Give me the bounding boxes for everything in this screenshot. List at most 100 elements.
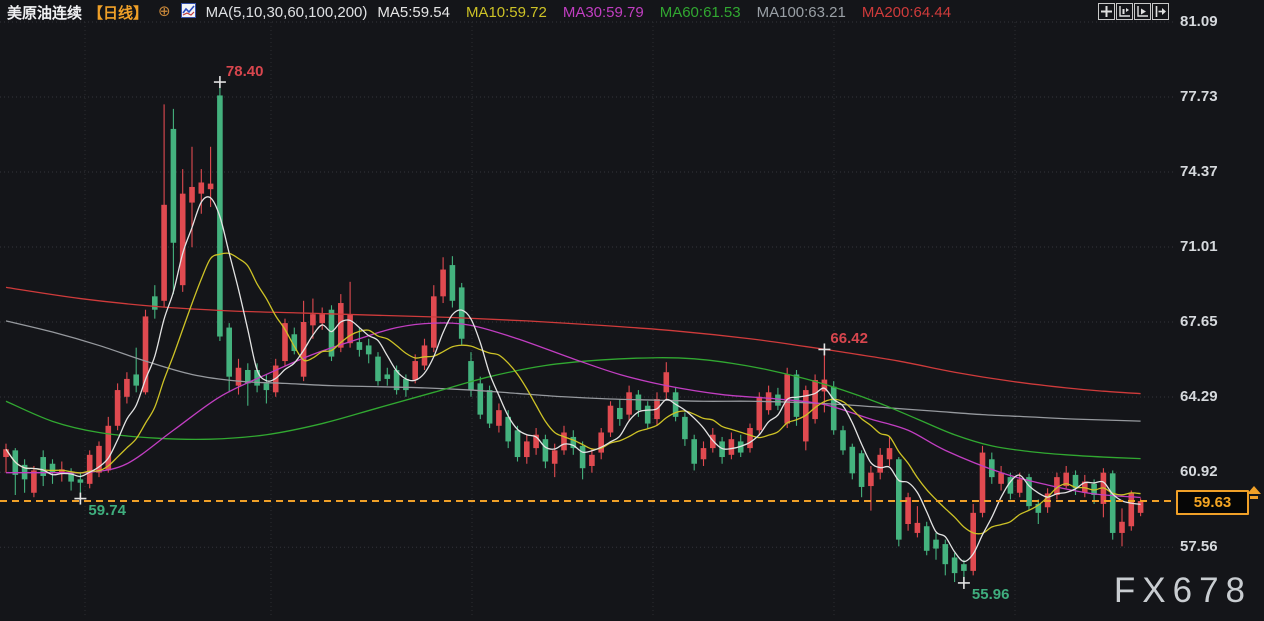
candle-body — [830, 386, 837, 431]
candle-body — [840, 430, 846, 451]
candle-body — [524, 441, 530, 458]
ma-readout-ma10: MA10:59.72 — [465, 3, 547, 21]
candle-body — [226, 327, 232, 377]
candle-body — [961, 564, 967, 571]
candle-body — [663, 372, 670, 393]
y-axis-tick-label: 71.01 — [1180, 238, 1218, 255]
candle-body — [877, 454, 883, 473]
candle-body — [589, 454, 595, 466]
candle-body — [728, 439, 735, 455]
candle-body — [77, 479, 84, 483]
candle-body — [635, 394, 642, 411]
candle-body — [198, 182, 205, 194]
candle-body — [514, 430, 521, 458]
y-axis-tick-label: 57.56 — [1180, 538, 1218, 556]
chart-window: 美原油连续 【日线】 ⊕ MA(5,10,30,60,100,200) MA5:… — [0, 0, 1264, 621]
candle-body — [700, 448, 707, 460]
candle-body — [775, 394, 781, 406]
ma-readout-ma100: MA100:63.21 — [756, 3, 846, 21]
scroll-to-latest-arrow-base[interactable] — [1250, 496, 1258, 500]
candle-body — [49, 463, 56, 473]
y-axis-tick-label: 67.65 — [1180, 313, 1218, 330]
candle-body — [133, 374, 139, 386]
ma5-line — [5, 196, 1141, 563]
candle-body — [858, 453, 865, 487]
pan-button[interactable] — [1098, 3, 1115, 20]
candle-body — [189, 186, 195, 203]
low-price-label: 59.74 — [88, 501, 126, 519]
ma-readout-ma200: MA200:64.44 — [861, 3, 952, 21]
candle-body — [207, 183, 214, 190]
candle-body — [161, 204, 167, 301]
last-price-tag: 59.63 — [1176, 490, 1249, 516]
candle-body — [403, 378, 409, 391]
candle-body — [951, 557, 958, 574]
watermark: FX678 — [1113, 571, 1252, 610]
y-axis-tick-label: 74.37 — [1180, 163, 1218, 180]
candle-body — [468, 361, 474, 391]
candle-body — [579, 445, 586, 469]
candle-body — [310, 314, 316, 326]
chart-toolbar — [1098, 3, 1169, 20]
candle-body — [114, 390, 121, 426]
candle-body — [933, 539, 939, 549]
candle-body — [626, 392, 632, 415]
scroll-to-latest-arrow[interactable] — [1247, 486, 1261, 495]
candle-body — [179, 193, 186, 286]
candle-body — [551, 450, 558, 464]
low-price-label: 55.96 — [971, 585, 1010, 603]
y-axis-tick-label: 64.29 — [1180, 388, 1218, 405]
candle-body — [458, 287, 465, 339]
candle-body — [914, 522, 921, 533]
candle-body — [691, 439, 697, 464]
candle-body — [477, 383, 484, 415]
candle-body — [812, 380, 818, 420]
candle-body — [431, 296, 437, 348]
candle-body — [793, 374, 800, 417]
candle-body — [979, 452, 986, 513]
candle-body — [319, 314, 325, 324]
candle-body — [886, 448, 893, 460]
candle-body — [1016, 479, 1023, 493]
candle-body — [170, 128, 177, 243]
candle-body — [868, 472, 874, 487]
fit-scale-button[interactable] — [1116, 3, 1133, 20]
candle-body — [896, 459, 902, 540]
candle-body — [486, 390, 493, 424]
add-indicator-button[interactable]: ⊕ — [158, 4, 171, 19]
ma-readout-ma60: MA60:61.53 — [659, 3, 741, 21]
candle-body — [598, 432, 604, 453]
ma-readouts: MA5:59.54 MA10:59.72 MA30:59.79 MA60:61.53 M… — [377, 4, 951, 21]
candle-body — [384, 374, 391, 379]
candle-body — [970, 512, 976, 571]
ma200-line — [5, 286, 1141, 395]
candle-body — [1137, 501, 1144, 513]
candle-body — [356, 342, 363, 350]
candle-body — [998, 472, 1004, 484]
high-price-label: 66.42 — [830, 330, 868, 348]
candle-body — [617, 407, 623, 420]
candle-body — [1128, 493, 1135, 527]
candle-body — [496, 410, 502, 426]
candle-body — [31, 470, 37, 493]
candle-body — [124, 378, 130, 397]
candle-body — [644, 405, 651, 424]
candle-body — [375, 356, 381, 382]
candlestick-chart[interactable] — [0, 0, 1264, 621]
candle-body — [449, 265, 456, 301]
candle-body — [412, 361, 418, 380]
candle-body — [607, 405, 614, 433]
candle-body — [747, 428, 753, 449]
ma-readout-ma30: MA30:59.79 — [562, 3, 644, 21]
candle-body — [235, 367, 242, 386]
high-price-label: 78.40 — [225, 63, 264, 81]
play-latest-button[interactable] — [1134, 3, 1151, 20]
candle-body — [682, 416, 688, 440]
candle-body — [923, 526, 930, 551]
ma-settings-label[interactable]: MA(5,10,30,60,100,200) — [206, 4, 368, 21]
y-axis-tick-label: 77.73 — [1180, 88, 1218, 105]
jump-to-latest-button[interactable] — [1152, 3, 1169, 20]
candle-body — [1109, 473, 1116, 533]
period-label[interactable]: 【日线】 — [88, 2, 148, 23]
symbol-title: 美原油连续 — [7, 4, 83, 22]
